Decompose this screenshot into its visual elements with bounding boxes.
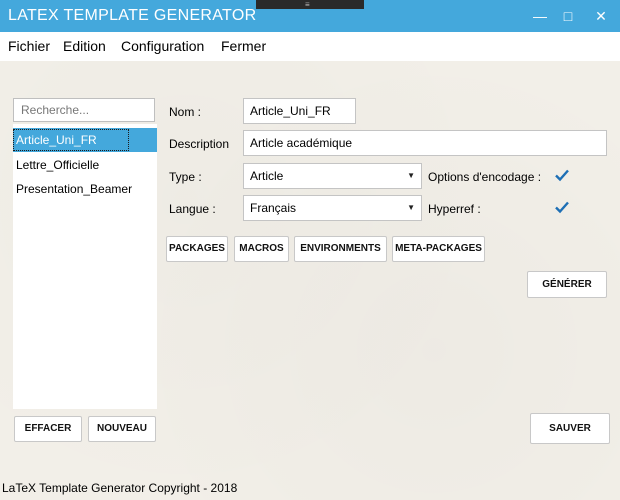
- menu-fermer[interactable]: Fermer: [221, 38, 266, 54]
- search-input[interactable]: [13, 98, 155, 122]
- options-encodage-checkbox[interactable]: [554, 167, 570, 183]
- dropdown-arrow-icon: ▼: [407, 203, 415, 212]
- hyperref-checkbox[interactable]: [554, 199, 570, 215]
- generer-button[interactable]: GÉNÉRER: [527, 271, 607, 298]
- title-bar[interactable]: LATEX TEMPLATE GENERATOR ≡ — □ ✕: [0, 0, 620, 32]
- nom-label: Nom :: [169, 105, 202, 119]
- list-item-article-uni-fr[interactable]: Article_Uni_FR: [13, 128, 157, 152]
- menu-fichier[interactable]: Fichier: [8, 38, 50, 54]
- menu-bar: Fichier Edition Configuration Fermer: [0, 32, 620, 61]
- nom-value: Article_Uni_FR: [250, 104, 331, 118]
- langue-value: Français: [250, 201, 297, 215]
- type-value: Article: [250, 169, 284, 183]
- type-label: Type :: [169, 170, 202, 184]
- nom-field[interactable]: Article_Uni_FR: [243, 98, 356, 124]
- list-item-label: Presentation_Beamer: [16, 182, 133, 196]
- hyperref-label: Hyperref :: [428, 202, 481, 216]
- checkmark-icon: [555, 169, 569, 182]
- macros-button[interactable]: MACROS: [234, 236, 289, 262]
- window-title: LATEX TEMPLATE GENERATOR: [8, 7, 257, 24]
- checkmark-icon: [555, 201, 569, 214]
- list-item-lettre-officielle[interactable]: Lettre_Officielle: [13, 153, 157, 177]
- description-label: Description: [169, 137, 230, 151]
- description-field[interactable]: Article académique: [243, 130, 607, 156]
- options-encodage-label: Options d'encodage :: [428, 170, 542, 184]
- close-button[interactable]: ✕: [589, 5, 613, 27]
- title-grip[interactable]: ≡: [256, 0, 364, 9]
- copyright-footer: LaTeX Template Generator Copyright - 201…: [2, 481, 238, 495]
- focus-rectangle: [13, 129, 129, 151]
- template-list: Article_Uni_FR Lettre_Officielle Present…: [13, 124, 157, 409]
- environments-button[interactable]: ENVIRONMENTS: [294, 236, 387, 262]
- menu-edition[interactable]: Edition: [63, 38, 106, 54]
- app-window: LATEX TEMPLATE GENERATOR ≡ — □ ✕ Fichier…: [0, 0, 620, 500]
- effacer-button[interactable]: EFFACER: [14, 416, 82, 442]
- nouveau-button[interactable]: NOUVEAU: [88, 416, 156, 442]
- langue-label: Langue :: [169, 202, 216, 216]
- langue-select[interactable]: Français ▼: [243, 195, 422, 221]
- menu-configuration[interactable]: Configuration: [121, 38, 204, 54]
- list-item-presentation-beamer[interactable]: Presentation_Beamer: [13, 177, 157, 201]
- maximize-button[interactable]: □: [556, 5, 580, 27]
- sauver-button[interactable]: SAUVER: [530, 413, 610, 444]
- packages-button[interactable]: PACKAGES: [166, 236, 228, 262]
- description-value: Article académique: [250, 136, 353, 150]
- dropdown-arrow-icon: ▼: [407, 171, 415, 180]
- meta-packages-button[interactable]: META-PACKAGES: [392, 236, 485, 262]
- grip-icon: ≡: [305, 0, 310, 9]
- minimize-button[interactable]: —: [528, 5, 552, 27]
- type-select[interactable]: Article ▼: [243, 163, 422, 189]
- list-item-label: Lettre_Officielle: [16, 158, 100, 172]
